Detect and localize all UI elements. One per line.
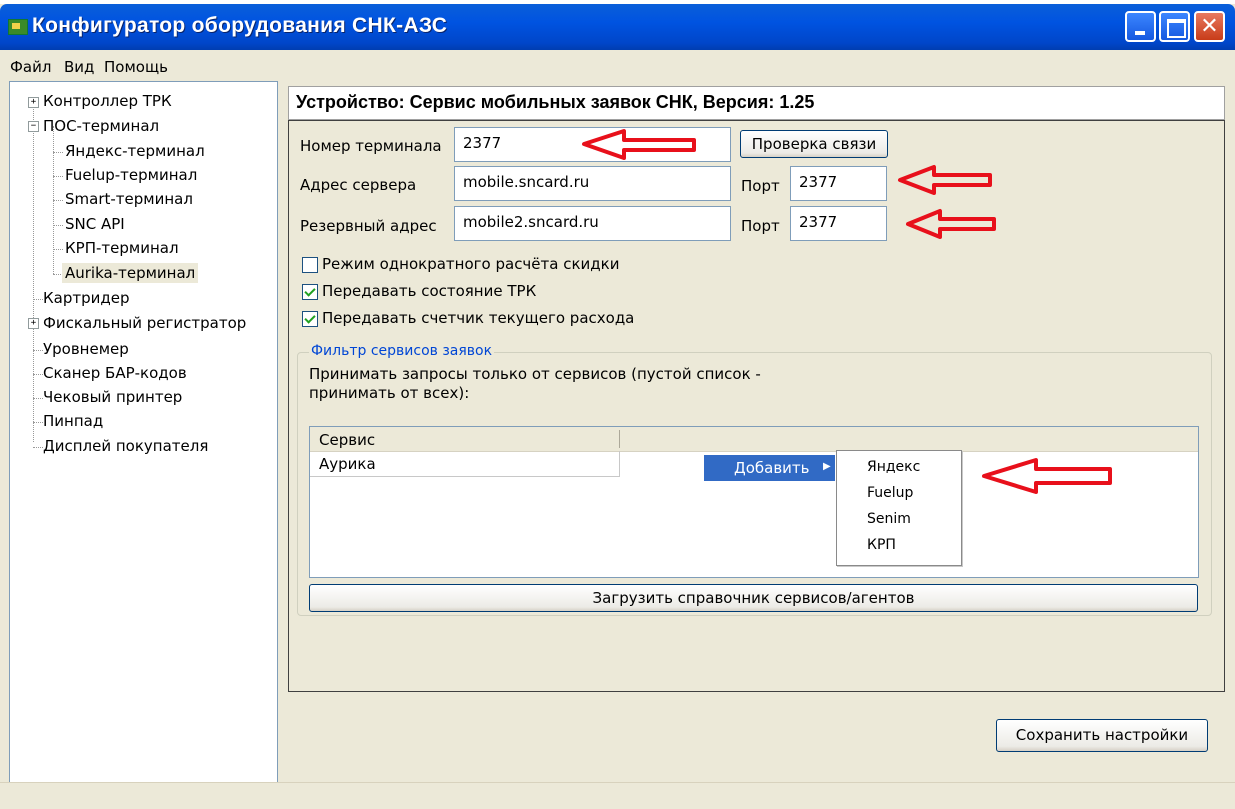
tree-branch [53, 225, 63, 226]
minimize-button[interactable] [1125, 11, 1156, 42]
tree-branch [33, 374, 43, 375]
transmit-state-label[interactable]: Передавать состояние ТРК [322, 282, 536, 300]
terminal-number-label: Номер терминала [300, 137, 442, 155]
load-services-button[interactable]: Загрузить справочник сервисов/агентов [309, 584, 1198, 612]
context-menu-add[interactable]: Добавить ▶ [703, 454, 836, 482]
maximize-button[interactable] [1159, 11, 1190, 42]
service-list[interactable]: Сервис Аурика [309, 426, 1199, 578]
tree-line [33, 98, 34, 442]
submenu-item-senim[interactable]: Senim [867, 511, 911, 527]
submenu-arrow-icon: ▶ [823, 461, 831, 472]
single-discount-checkbox[interactable] [302, 257, 318, 273]
tree-branch [53, 176, 63, 177]
annotation-arrow-shape [582, 129, 696, 160]
port-label: Порт [741, 177, 780, 195]
submenu-item-fuelup[interactable]: Fuelup [867, 485, 913, 501]
context-menu-add-label: Добавить [734, 459, 810, 477]
tree-item-level-gauge[interactable]: Уровнемер [43, 339, 129, 359]
annotation-arrow-port [898, 165, 992, 195]
tree-branch [53, 152, 63, 153]
tree-item-yandex-terminal[interactable]: Яндекс-терминал [65, 141, 205, 161]
column-divider[interactable] [619, 430, 620, 448]
add-submenu: Яндекс Fuelup Senim КРП [836, 450, 962, 566]
status-bar [0, 782, 1235, 809]
settings-panel: Номер терминала 2377 Проверка связи Адре… [288, 120, 1225, 752]
tree-item-pinpad[interactable]: Пинпад [43, 411, 103, 431]
annotation-arrow-terminal [582, 129, 696, 160]
tree-branch [53, 200, 63, 201]
tree-item-pos-terminal[interactable]: ПОС-терминал [43, 116, 159, 136]
tree-item-customer-display[interactable]: Дисплей покупателя [43, 436, 208, 456]
collapse-icon[interactable]: − [28, 121, 39, 132]
annotation-arrow-shape [982, 458, 1112, 494]
menu-view[interactable]: Вид [64, 58, 94, 76]
check-connection-button[interactable]: Проверка связи [740, 130, 888, 158]
save-settings-button[interactable]: Сохранить настройки [996, 719, 1208, 752]
service-cell: Аурика [319, 455, 376, 473]
annotation-arrow-shape [898, 165, 992, 195]
tree-branch [33, 299, 43, 300]
tree-item-barcode-scanner[interactable]: Сканер БАР-кодов [43, 363, 187, 383]
tree-branch [33, 422, 43, 423]
menu-file[interactable]: Файл [10, 58, 51, 76]
reserve-port-input[interactable]: 2377 [790, 206, 887, 241]
tree-item-snc-api[interactable]: SNC API [65, 214, 125, 234]
transmit-counter-label[interactable]: Передавать счетчик текущего расхода [322, 309, 634, 327]
server-address-label: Адрес сервера [300, 176, 417, 194]
tree-item-krp-terminal[interactable]: КРП-терминал [65, 238, 179, 258]
single-discount-label[interactable]: Режим однократного расчёта скидки [322, 255, 619, 273]
close-button[interactable]: ✕ [1194, 11, 1225, 42]
device-tree[interactable]: + Контроллер ТРК − ПОС-терминал Яндекс-т… [9, 81, 278, 783]
tree-branch [33, 398, 43, 399]
tree-item-controller[interactable]: Контроллер ТРК [43, 91, 172, 111]
annotation-arrow-shape [906, 209, 996, 239]
port-input[interactable]: 2377 [790, 166, 887, 201]
expand-icon[interactable]: + [28, 97, 39, 108]
service-filter-legend: Фильтр сервисов заявок [309, 343, 495, 359]
annotation-arrow-submenu [982, 458, 1112, 494]
service-column-label: Сервис [319, 431, 376, 449]
tree-item-smart-terminal[interactable]: Smart-терминал [65, 189, 193, 209]
reserve-address-input[interactable]: mobile2.sncard.ru [454, 206, 731, 241]
reserve-address-label: Резервный адрес [300, 217, 437, 235]
service-filter-description: Принимать запросы только от сервисов (пу… [309, 365, 761, 383]
submenu-item-krp[interactable]: КРП [867, 537, 896, 553]
menu-help[interactable]: Помощь [104, 58, 168, 76]
service-filter-description-2: принимать от всех): [309, 384, 470, 402]
transmit-counter-checkbox[interactable] [302, 311, 318, 327]
tree-branch [53, 249, 63, 250]
submenu-item-yandex[interactable]: Яндекс [867, 459, 920, 475]
app-icon [8, 19, 28, 35]
expand-icon[interactable]: + [28, 318, 39, 329]
service-column-header[interactable]: Сервис [310, 427, 1198, 452]
tree-branch [33, 350, 43, 351]
title-bar: Конфигуратор оборудования СНК-АЗС ✕ [0, 4, 1235, 50]
tree-item-card-reader[interactable]: Картридер [43, 288, 130, 308]
tree-item-aurika-terminal[interactable]: Aurika-терминал [62, 263, 199, 283]
tree-branch [33, 447, 43, 448]
tree-item-receipt-printer[interactable]: Чековый принтер [43, 387, 182, 407]
transmit-state-checkbox[interactable] [302, 284, 318, 300]
server-address-input[interactable]: mobile.sncard.ru [454, 166, 731, 201]
menu-bar: Файл Вид Помощь [0, 50, 1235, 82]
device-header: Устройство: Сервис мобильных заявок СНК,… [288, 86, 1225, 120]
tree-item-fiscal-registrar[interactable]: Фискальный регистратор [43, 313, 246, 333]
device-title: Устройство: Сервис мобильных заявок СНК,… [296, 92, 815, 112]
table-row[interactable]: Аурика [310, 451, 620, 477]
window-title: Конфигуратор оборудования СНК-АЗС [32, 14, 448, 37]
reserve-port-label: Порт [741, 217, 780, 235]
annotation-arrow-reserve-port [906, 209, 996, 239]
tree-item-fuelup-terminal[interactable]: Fuelup-терминал [65, 165, 197, 185]
